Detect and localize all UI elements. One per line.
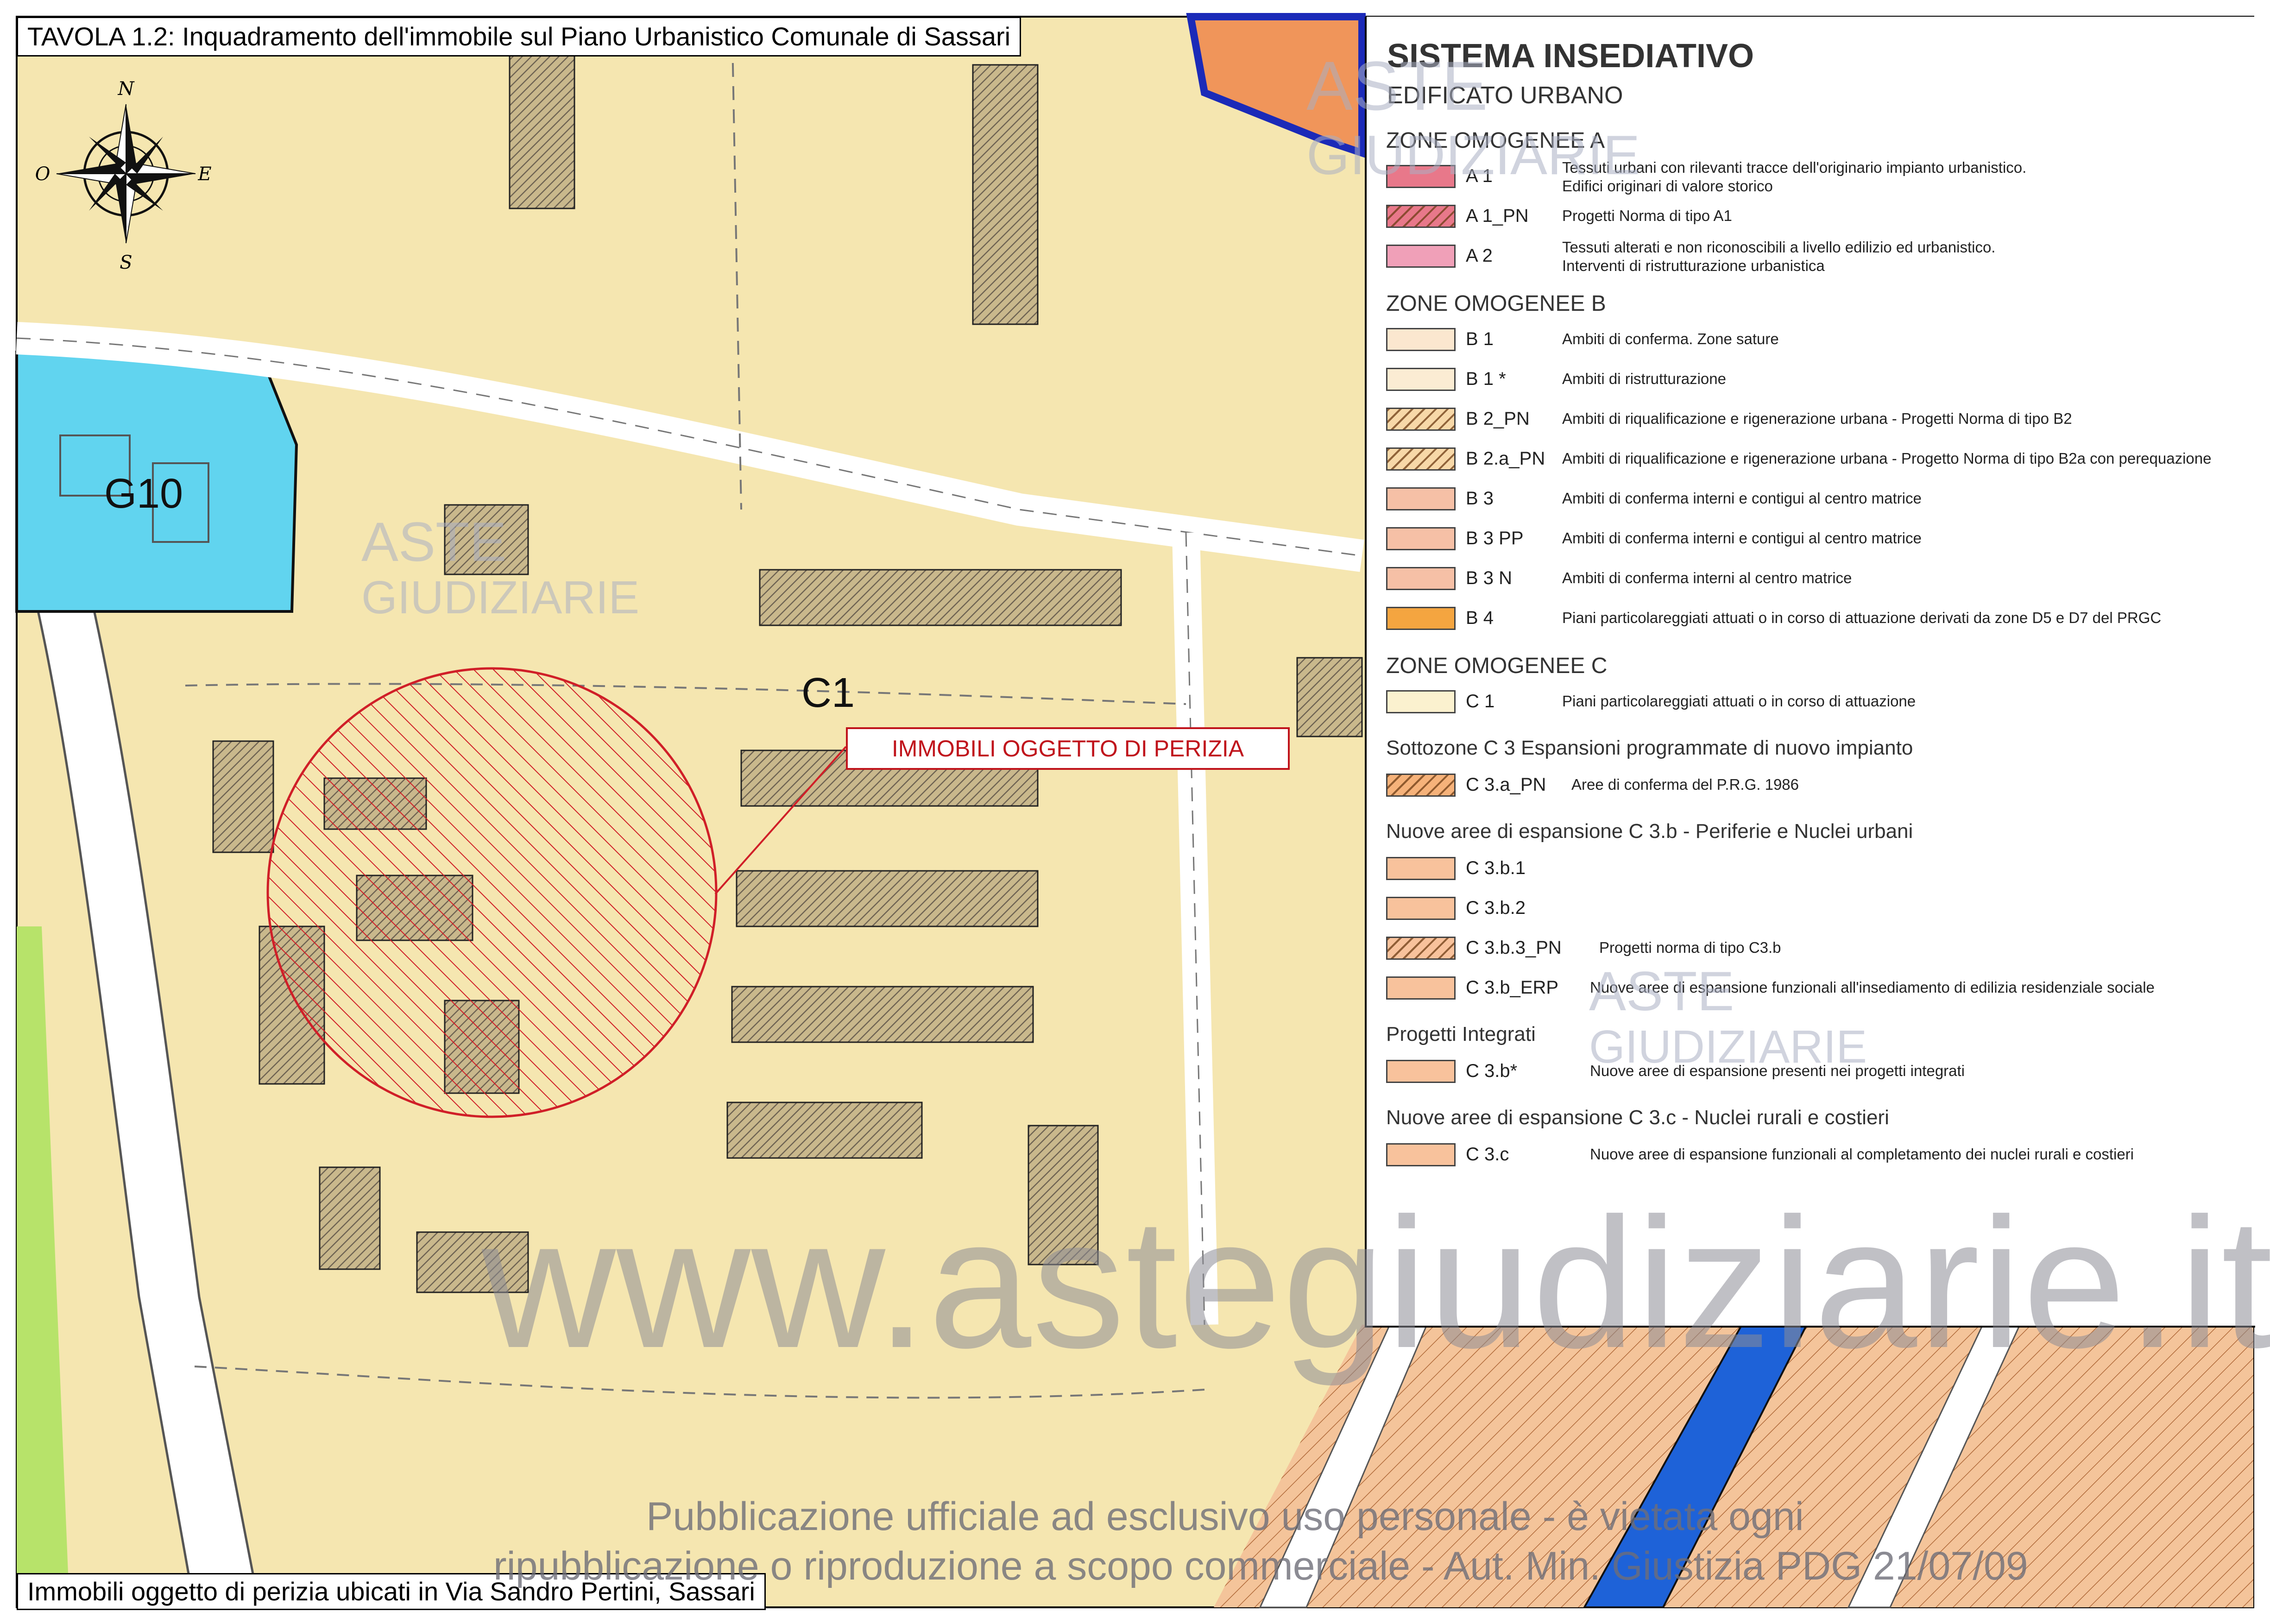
legend-section-heading: ZONE OMOGENEE A: [1386, 128, 1605, 153]
legend-description: Ambiti di riqualificazione e rigenerazio…: [1562, 449, 2212, 468]
legend-swatch: [1386, 527, 1456, 550]
legend-description: Tessuti alterati e non riconoscibili a l…: [1562, 238, 1995, 275]
legend-section-heading: Nuove aree di espansione C 3.b - Perifer…: [1386, 820, 1913, 843]
property-callout: IMMOBILI OGGETTO DI PERIZIA: [846, 727, 1290, 770]
legend-panel: SISTEMA INSEDIATIVO EDIFICATO URBANO ZON…: [1365, 17, 2255, 1328]
map-caption: Immobili oggetto di perizia ubicati in V…: [17, 1573, 766, 1610]
legend-swatch: [1386, 976, 1456, 1000]
legend-description: Nuove aree di espansione funzionali all'…: [1590, 978, 2155, 997]
legend-description-line: Ambiti di riqualificazione e rigenerazio…: [1562, 410, 2072, 427]
legend-swatch: [1386, 408, 1456, 431]
compass-s: S: [120, 252, 132, 273]
legend-description: Piani particolareggiati attuati o in cor…: [1562, 692, 1916, 711]
legend-code: A 1: [1466, 166, 1493, 186]
legend-swatch: [1386, 328, 1456, 351]
legend-code: B 3 PP: [1466, 528, 1524, 548]
legend-subtitle: EDIFICATO URBANO: [1387, 82, 1623, 109]
legend-description-line: Nuove aree di espansione funzionali all'…: [1590, 979, 2155, 996]
legend-code: C 3.c: [1466, 1144, 1509, 1164]
legend-code: B 4: [1466, 608, 1494, 628]
legend-code: C 1: [1466, 691, 1495, 711]
legend-title: SISTEMA INSEDIATIVO: [1387, 38, 1754, 75]
legend-swatch: [1386, 205, 1456, 228]
legend-code: C 3.a_PN: [1466, 774, 1546, 795]
legend-description-line: Nuove aree di espansione funzionali al c…: [1590, 1146, 2134, 1163]
legend-swatch: [1386, 165, 1456, 188]
page-title: TAVOLA 1.2: Inquadramento dell'immobile …: [17, 17, 1022, 57]
legend-swatch: [1386, 607, 1456, 630]
compass-n: N: [118, 78, 135, 100]
legend-description-line: Nuove aree di espansione presenti nei pr…: [1590, 1062, 1965, 1079]
legend-section-heading: Sottozone C 3 Espansioni programmate di …: [1386, 736, 1913, 759]
legend-code: C 3.b.3_PN: [1466, 938, 1562, 958]
legend-description-line: Progetti norma di tipo C3.b: [1599, 939, 1781, 956]
legend-swatch: [1386, 1143, 1456, 1166]
legend-code: A 2: [1466, 245, 1493, 266]
legend-swatch: [1386, 937, 1456, 960]
legend-code: C 3.b*: [1466, 1061, 1518, 1081]
legend-description: Nuove aree di espansione presenti nei pr…: [1590, 1062, 1965, 1080]
legend-swatch: [1386, 368, 1456, 391]
legend-swatch: [1386, 245, 1456, 268]
legend-description-line: Ambiti di conferma. Zone sature: [1562, 330, 1779, 347]
zone-label-c1: C1: [801, 670, 855, 716]
legend-description-line: Ambiti di conferma interni e contigui al…: [1562, 490, 1922, 507]
legend-description: Nuove aree di espansione funzionali al c…: [1590, 1145, 2134, 1164]
legend-swatch: [1386, 567, 1456, 590]
legend-description: Ambiti di riqualificazione e rigenerazio…: [1562, 409, 2072, 428]
legend-description-line: Progetti Norma di tipo A1: [1562, 207, 1732, 224]
legend-code: A 1_PN: [1466, 206, 1529, 226]
legend-code: B 1 *: [1466, 369, 1506, 389]
legend-description-line: Ambiti di conferma interni al centro mat…: [1562, 569, 1852, 586]
legend-section-heading: ZONE OMOGENEE C: [1386, 654, 1608, 678]
legend-swatch: [1386, 1060, 1456, 1083]
legend-description-line: Piani particolareggiati attuati o in cor…: [1562, 692, 1916, 710]
legend-description: Progetti Norma di tipo A1: [1562, 207, 1732, 225]
legend-description-line: Aree di conferma del P.R.G. 1986: [1571, 776, 1799, 793]
legend-description: Ambiti di conferma. Zone sature: [1562, 330, 1779, 348]
legend-description-line: Interventi di ristrutturazione urbanisti…: [1562, 257, 1825, 274]
legend-code: B 3: [1466, 488, 1494, 509]
legend-description: Ambiti di conferma interni al centro mat…: [1562, 569, 1852, 587]
legend-description: Ambiti di ristrutturazione: [1562, 370, 1726, 388]
legend-section-heading: Nuove aree di espansione C 3.c - Nuclei …: [1386, 1106, 1889, 1129]
compass-e: E: [197, 164, 211, 185]
legend-swatch: [1386, 857, 1456, 880]
legend-code: C 3.b.2: [1466, 898, 1526, 918]
legend-swatch: [1386, 487, 1456, 510]
legend-description: Ambiti di conferma interni e contigui al…: [1562, 489, 1922, 508]
legend-code: B 2_PN: [1466, 409, 1530, 429]
legend-code: B 1: [1466, 329, 1494, 349]
legend-description: Aree di conferma del P.R.G. 1986: [1571, 775, 1799, 794]
legend-code: B 2.a_PN: [1466, 448, 1545, 469]
legend-code: C 3.b.1: [1466, 858, 1526, 878]
legend-description-line: Ambiti di ristrutturazione: [1562, 370, 1726, 387]
legend-swatch: [1386, 447, 1456, 471]
compass-o: O: [35, 164, 50, 185]
legend-swatch: [1386, 690, 1456, 713]
legend-description-line: Tessuti urbani con rilevanti tracce dell…: [1562, 159, 2027, 176]
legend-code: C 3.b_ERP: [1466, 977, 1559, 998]
legend-description: Progetti norma di tipo C3.b: [1599, 938, 1781, 957]
legend-description-line: Ambiti di conferma interni e contigui al…: [1562, 529, 1922, 547]
legend-description-line: Piani particolareggiati attuati o in cor…: [1562, 609, 2162, 626]
legend-description: Piani particolareggiati attuati o in cor…: [1562, 609, 2161, 627]
legend-description: Tessuti urbani con rilevanti tracce dell…: [1562, 158, 2026, 195]
legend-swatch: [1386, 774, 1456, 797]
legend-description-line: Edifici originari di valore storico: [1562, 177, 1773, 195]
legend-section-heading: Progetti Integrati: [1386, 1023, 1536, 1045]
legend-code: B 3 N: [1466, 568, 1513, 588]
legend-description: Ambiti di conferma interni e contigui al…: [1562, 529, 1922, 548]
legend-swatch: [1386, 897, 1456, 920]
legend-description-line: Tessuti alterati e non riconoscibili a l…: [1562, 239, 1996, 256]
legend-description-line: Ambiti di riqualificazione e rigenerazio…: [1562, 450, 2212, 467]
zone-label-g10: G10: [104, 471, 183, 517]
legend-section-heading: ZONE OMOGENEE B: [1386, 291, 1606, 316]
